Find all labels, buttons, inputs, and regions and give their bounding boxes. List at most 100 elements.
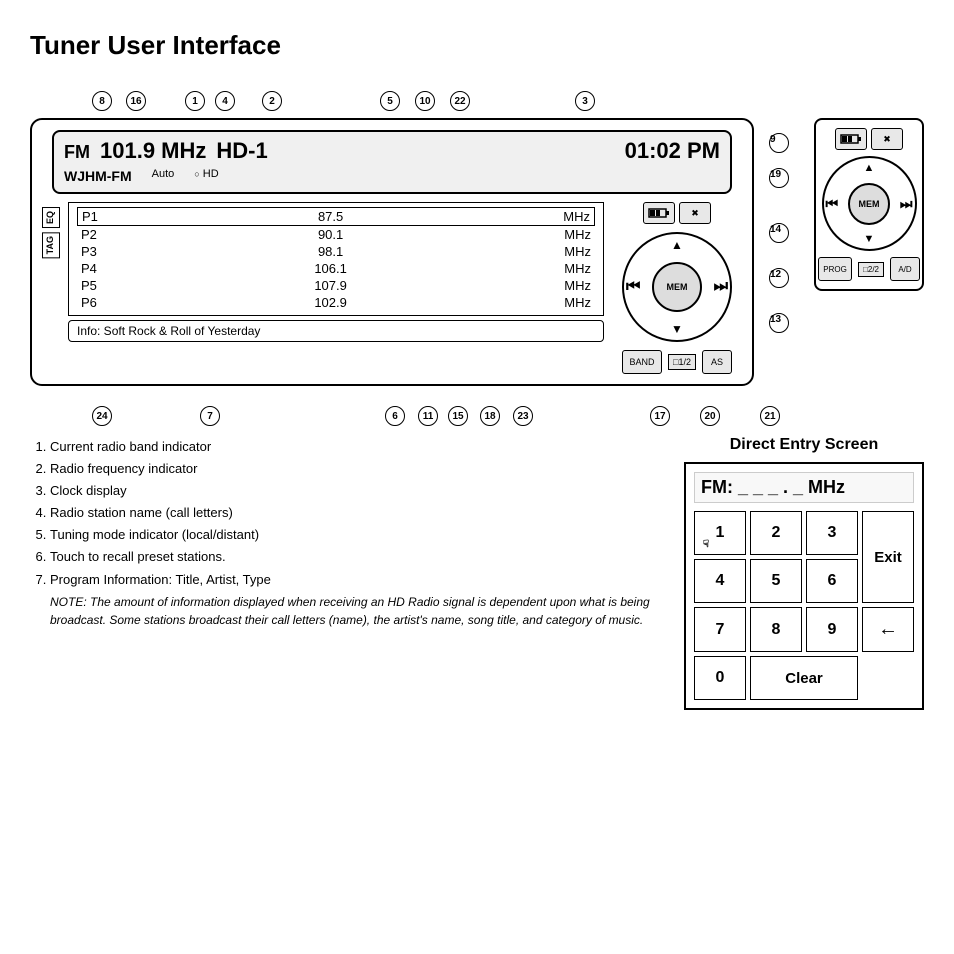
preset-unit: MHz xyxy=(564,278,591,293)
key-backspace[interactable]: ← xyxy=(862,607,914,652)
tuner-outer-border: FM 101.9 MHz HD-1 01:02 PM WJHM-FM Auto … xyxy=(30,118,754,386)
btn-top-row: ✖ xyxy=(643,202,711,224)
key-clear[interactable]: Clear xyxy=(750,656,858,700)
legend-item-2: Radio frequency indicator xyxy=(50,458,664,480)
display-second-row: WJHM-FM Auto ○ HD xyxy=(64,168,720,184)
callout-16: 16 xyxy=(126,91,146,111)
band-label: FM xyxy=(64,142,90,163)
btn-bottom-row: BAND □1/2 AS xyxy=(622,350,732,374)
preset-unit: MHz xyxy=(564,261,591,276)
direct-entry-title: Direct Entry Screen xyxy=(684,436,924,454)
page-2-2-button[interactable]: □2/2 xyxy=(858,262,884,277)
legend-list: Current radio band indicator Radio frequ… xyxy=(30,436,664,710)
legend-item-3: Clock display xyxy=(50,480,664,502)
bottom-callout-row: 24 7 6 11 15 18 23 17 20 21 xyxy=(30,391,924,426)
preset-row-p1[interactable]: P1 87.5 MHz xyxy=(77,207,595,226)
clock-display: 01:02 PM xyxy=(625,138,720,164)
hd-label: HD-1 xyxy=(216,138,267,164)
mem-button[interactable]: MEM xyxy=(652,262,702,312)
callout-3: 3 xyxy=(575,91,595,111)
callout-12: 12 xyxy=(769,268,789,288)
tag-label[interactable]: TAG xyxy=(42,232,60,258)
legend-ol: Current radio band indicator Radio frequ… xyxy=(30,436,664,629)
callout-6: 6 xyxy=(385,406,405,426)
preset-section: P1 87.5 MHz P2 90.1 MHz P3 9 xyxy=(68,202,604,374)
preset-id: P4 xyxy=(81,261,97,276)
prog-button[interactable]: PROG xyxy=(818,257,852,281)
callout-10: 10 xyxy=(415,91,435,111)
legend-item-4: Radio station name (call letters) xyxy=(50,502,664,524)
callout-13: 13 xyxy=(769,313,789,333)
mini-wrench-icon[interactable]: ✖ xyxy=(871,128,903,150)
preset-unit: MHz xyxy=(564,244,591,259)
preset-id: P3 xyxy=(81,244,97,259)
preset-row-p2[interactable]: P2 90.1 MHz xyxy=(77,226,595,243)
nav-left-arrow[interactable]: ⏮ xyxy=(626,278,640,296)
key-3[interactable]: 3 xyxy=(806,511,858,555)
preset-freq: 87.5 xyxy=(318,209,343,224)
preset-row-p5[interactable]: P5 107.9 MHz xyxy=(77,277,595,294)
nav-up-arrow[interactable]: ▲ xyxy=(671,238,683,252)
preset-unit: MHz xyxy=(563,209,590,224)
controls-area: ✖ ▲ ▼ ⏮ ⏭ MEM BAND xyxy=(612,202,742,374)
key-6[interactable]: 6 xyxy=(806,559,858,603)
hd-sub-label: ○ HD xyxy=(194,168,218,184)
tuner-body: EQ TAG P1 87.5 MHz P2 xyxy=(42,202,742,374)
mini-nav-up[interactable]: ▲ xyxy=(864,162,875,174)
mini-battery-icon[interactable] xyxy=(835,128,867,150)
direct-entry-section: Direct Entry Screen FM: _ _ _ . _ MHz 1☟… xyxy=(684,436,924,710)
preset-row-p3[interactable]: P3 98.1 MHz xyxy=(77,243,595,260)
key-8[interactable]: 8 xyxy=(750,607,802,652)
callout-14: 14 xyxy=(769,223,789,243)
mini-mem-button[interactable]: MEM xyxy=(848,183,890,225)
preset-list: P1 87.5 MHz P2 90.1 MHz P3 9 xyxy=(68,202,604,316)
key-9[interactable]: 9 xyxy=(806,607,858,652)
band-button[interactable]: BAND xyxy=(622,350,662,374)
callout-17: 17 xyxy=(650,406,670,426)
battery-icon[interactable] xyxy=(643,202,675,224)
callout-5: 5 xyxy=(380,91,400,111)
mini-nav-down[interactable]: ▼ xyxy=(864,233,875,245)
preset-row-p4[interactable]: P4 106.1 MHz xyxy=(77,260,595,277)
key-0[interactable]: 0 xyxy=(694,656,746,700)
as-button[interactable]: AS xyxy=(702,350,732,374)
legend-item-7: Program Information: Title, Artist, Type… xyxy=(50,569,664,629)
nav-right-arrow[interactable]: ⏭ xyxy=(714,278,728,296)
page-1-2-button[interactable]: □1/2 xyxy=(668,354,696,370)
key-exit[interactable]: Exit xyxy=(862,511,914,603)
key-1[interactable]: 1☟ xyxy=(694,511,746,555)
key-7[interactable]: 7 xyxy=(694,607,746,652)
key-2[interactable]: 2 xyxy=(750,511,802,555)
callout-11: 11 xyxy=(418,406,438,426)
callout-9: 9 xyxy=(769,133,789,153)
callout-20: 20 xyxy=(700,406,720,426)
preset-row-p6[interactable]: P6 102.9 MHz xyxy=(77,294,595,311)
info-bar: Info: Soft Rock & Roll of Yesterday xyxy=(68,320,604,342)
legend-item-1: Current radio band indicator xyxy=(50,436,664,458)
eq-tag-labels: EQ TAG xyxy=(42,207,60,374)
eq-label[interactable]: EQ xyxy=(42,207,60,228)
mini-btn-top-row: ✖ xyxy=(835,128,903,150)
callout-7: 7 xyxy=(200,406,220,426)
station-name: WJHM-FM xyxy=(64,168,132,184)
preset-id: P2 xyxy=(81,227,97,242)
mini-nav-right[interactable]: ⏭ xyxy=(900,195,913,212)
nav-down-arrow[interactable]: ▼ xyxy=(671,322,683,336)
key-4[interactable]: 4 xyxy=(694,559,746,603)
wrench-icon[interactable]: ✖ xyxy=(679,202,711,224)
main-tuner: FM 101.9 MHz HD-1 01:02 PM WJHM-FM Auto … xyxy=(30,118,754,386)
callout-19: 19 xyxy=(769,168,789,188)
diagram-container: 8 16 1 4 2 5 10 22 3 FM 101.9 MHz HD-1 xyxy=(30,81,924,426)
display-freq: FM 101.9 MHz HD-1 xyxy=(64,138,268,164)
auto-label: Auto xyxy=(152,168,175,184)
key-5[interactable]: 5 xyxy=(750,559,802,603)
keypad: 1☟ 2 3 Exit 4 5 6 7 8 9 ← 0 Clear xyxy=(694,511,914,700)
callout-4: 4 xyxy=(215,91,235,111)
freq-display: FM: _ _ _ . _ MHz xyxy=(694,472,914,503)
preset-freq: 107.9 xyxy=(314,278,347,293)
callout-21: 21 xyxy=(760,406,780,426)
preset-id: P1 xyxy=(82,209,98,224)
mini-nav-left[interactable]: ⏮ xyxy=(826,195,839,212)
ad-button[interactable]: A/D xyxy=(890,257,920,281)
top-callout-row: 8 16 1 4 2 5 10 22 3 xyxy=(30,81,924,123)
